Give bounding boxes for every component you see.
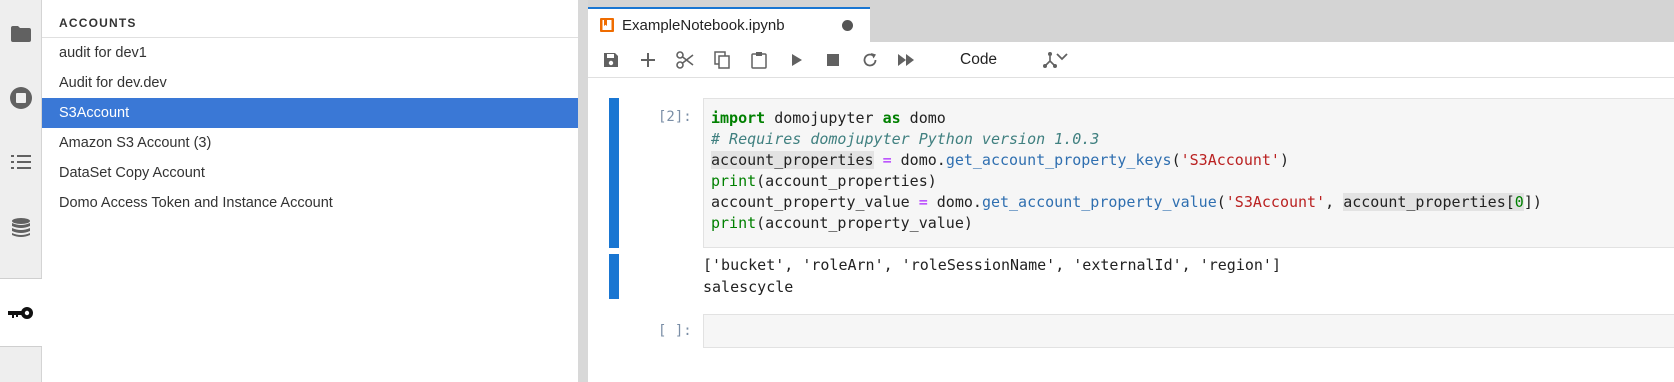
accounts-header: ACCOUNTS: [42, 0, 578, 38]
add-cell-icon[interactable]: [638, 50, 658, 70]
tab-example-notebook[interactable]: ExampleNotebook.ipynb: [588, 7, 870, 42]
run-icon[interactable]: [787, 50, 807, 70]
list-icon[interactable]: [0, 140, 42, 184]
key-icon: [0, 291, 42, 335]
activity-bar: [0, 0, 43, 382]
cell-prompt: [2]:: [658, 109, 692, 125]
notebook-panel: ExampleNotebook.ipynb Code [2]: import d…: [588, 0, 1674, 382]
notebook-toolbar: Code: [588, 42, 1674, 78]
jupyterlab-window: ACCOUNTS audit for dev1 Audit for dev.de…: [0, 0, 1674, 382]
code-token: account_properties[: [1343, 193, 1515, 211]
account-item-dataset-copy-account[interactable]: DataSet Copy Account: [42, 158, 578, 188]
account-item-amazon-s3-account[interactable]: Amazon S3 Account (3): [42, 128, 578, 158]
save-icon[interactable]: [601, 50, 621, 70]
code-token: import: [711, 109, 766, 127]
accounts-list: audit for dev1 Audit for dev.dev S3Accou…: [42, 38, 578, 218]
tab-bar: ExampleNotebook.ipynb: [588, 0, 1674, 42]
cell-output-line: salescycle: [703, 278, 794, 296]
code-token: get_account_property_keys: [945, 151, 1172, 169]
account-item-audit-for-dev-dev[interactable]: Audit for dev.dev: [42, 68, 578, 98]
tab-title: ExampleNotebook.ipynb: [622, 17, 785, 34]
code-token: (account_properties): [756, 172, 937, 190]
code-token: ]): [1523, 193, 1542, 211]
paste-icon[interactable]: [749, 50, 769, 70]
code-line-5: account_property_value = domo.get_accoun…: [711, 193, 1542, 211]
accounts-panel: ACCOUNTS audit for dev1 Audit for dev.de…: [42, 0, 578, 382]
code-token: domojupyter: [765, 109, 883, 127]
code-token: account_properties: [711, 151, 874, 169]
code-token: as: [882, 109, 901, 127]
code-token: get_account_property_value: [981, 193, 1217, 211]
code-token: print: [711, 214, 757, 232]
code-token: domo.: [936, 193, 982, 211]
code-token: (account_property_value): [756, 214, 973, 232]
account-item-domo-access-token[interactable]: Domo Access Token and Instance Account: [42, 188, 578, 218]
panel-splitter[interactable]: [578, 0, 588, 382]
run-all-icon[interactable]: [897, 50, 917, 70]
cell-output-collapser[interactable]: [609, 254, 619, 299]
account-item-audit-for-dev1[interactable]: audit for dev1: [42, 38, 578, 68]
cell-prompt: [ ]:: [658, 323, 692, 339]
cell-output-line: ['bucket', 'roleArn', 'roleSessionName',…: [703, 256, 1281, 274]
code-editor[interactable]: [703, 314, 1674, 348]
copy-icon[interactable]: [712, 50, 732, 70]
code-token: ,: [1325, 193, 1344, 211]
code-token: print: [711, 172, 757, 190]
code-line-6: print(account_property_value): [711, 214, 973, 232]
stop-icon[interactable]: [823, 50, 843, 70]
accounts-title: ACCOUNTS: [59, 16, 137, 30]
code-line-1: import domojupyter as domo: [711, 109, 946, 127]
code-token: ): [1279, 151, 1289, 169]
activity-tab-accounts[interactable]: [0, 279, 43, 347]
modified-dot-icon[interactable]: [842, 20, 853, 31]
code-token: 0: [1514, 193, 1524, 211]
code-token: (: [1171, 151, 1181, 169]
code-token: =: [873, 151, 901, 169]
cell-type-select[interactable]: Code: [960, 48, 1080, 72]
git-icon[interactable]: [1040, 50, 1060, 70]
database-icon[interactable]: [0, 206, 42, 250]
code-editor[interactable]: import domojupyter as domo # Requires do…: [703, 98, 1674, 248]
account-item-s3account[interactable]: S3Account: [42, 98, 578, 128]
code-token: (: [1216, 193, 1226, 211]
code-line-2: # Requires domojupyter Python version 1.…: [711, 130, 1100, 148]
stop-circle-icon[interactable]: [0, 76, 42, 120]
cut-icon[interactable]: [675, 50, 695, 70]
code-token: 'S3Account': [1180, 151, 1280, 169]
code-line-3: account_properties = domo.get_account_pr…: [711, 151, 1289, 169]
notebook-icon: [600, 18, 614, 32]
folder-icon[interactable]: [0, 12, 42, 56]
code-token: domo.: [900, 151, 946, 169]
code-token: 'S3Account': [1225, 193, 1326, 211]
restart-icon[interactable]: [860, 50, 880, 70]
code-token: =: [909, 193, 937, 211]
code-token: domo: [900, 109, 946, 127]
cell-input-collapser[interactable]: [609, 98, 619, 248]
code-token: account_property_value: [711, 193, 910, 211]
code-line-4: print(account_properties): [711, 172, 937, 190]
cell-type-value: Code: [960, 51, 998, 68]
